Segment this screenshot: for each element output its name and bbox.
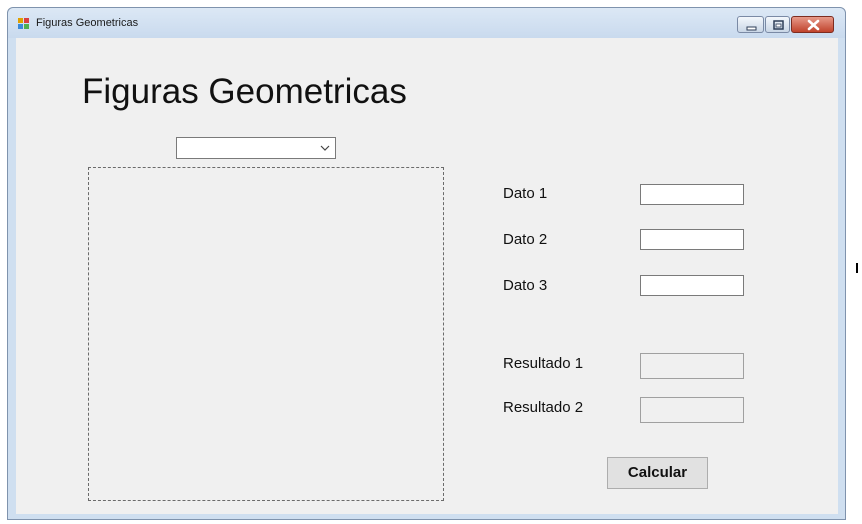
maximize-button[interactable] (765, 16, 790, 33)
close-button[interactable] (791, 16, 834, 33)
dato-1-input[interactable] (640, 184, 744, 205)
resultado-2-label: Resultado 2 (503, 399, 584, 416)
calculate-button[interactable]: Calcular (607, 457, 708, 489)
dato-3-label: Dato 3 (503, 277, 548, 294)
minimize-icon (746, 26, 757, 31)
chevron-down-icon (320, 145, 330, 151)
dato-2-label: Dato 2 (503, 231, 548, 248)
close-icon (807, 19, 820, 31)
dato-2-input[interactable] (640, 229, 744, 250)
maximize-icon (773, 20, 784, 30)
title-bar[interactable]: Figuras Geometricas (8, 8, 845, 38)
resultado-1-label: Resultado 1 (503, 355, 584, 372)
window-edge-mark (856, 263, 858, 273)
page-title: Figuras Geometricas (82, 72, 407, 111)
dato-1-label: Dato 1 (503, 185, 548, 202)
shape-select[interactable] (176, 137, 336, 159)
app-icon[interactable] (18, 18, 30, 29)
resultado-1-output[interactable] (640, 353, 744, 379)
figure-picture-box (88, 167, 444, 501)
minimize-button[interactable] (737, 16, 764, 33)
window-title: Figuras Geometricas (36, 17, 139, 29)
resultado-2-output[interactable] (640, 397, 744, 423)
dato-3-input[interactable] (640, 275, 744, 296)
